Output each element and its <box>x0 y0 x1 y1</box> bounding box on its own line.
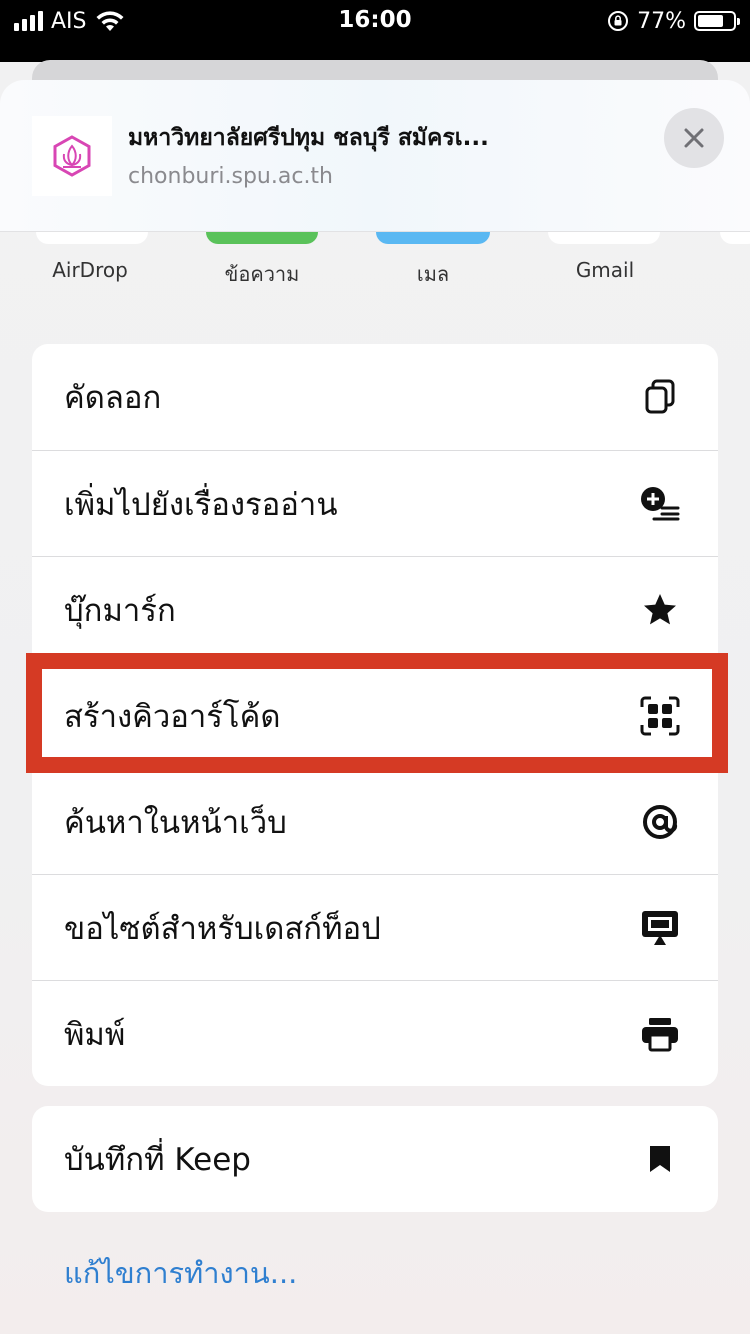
mail-app-icon[interactable] <box>376 232 490 244</box>
qr-code-icon <box>640 696 680 736</box>
action-label: บุ๊กมาร์ก <box>64 592 176 629</box>
star-icon <box>640 590 680 630</box>
gmail-app-icon[interactable] <box>548 232 660 244</box>
action-bookmark[interactable]: บุ๊กมาร์ก <box>32 556 718 662</box>
printer-icon <box>640 1014 680 1054</box>
action-print[interactable]: พิมพ์ <box>32 980 718 1086</box>
share-app-label[interactable]: Gmail <box>535 258 675 282</box>
copy-icon <box>640 377 680 417</box>
add-reading-list-icon <box>640 484 680 524</box>
desktop-icon <box>640 908 680 948</box>
bookmark-icon <box>640 1139 680 1179</box>
page-title: มหาวิทยาลัยศรีปทุม ชลบุรี สมัครเ... <box>128 125 489 151</box>
more-app-icon[interactable] <box>720 232 750 244</box>
close-icon <box>684 128 704 148</box>
airdrop-app-icon[interactable] <box>36 232 148 244</box>
close-button[interactable] <box>664 108 724 168</box>
secondary-actions-list: บันทึกที่ Keep <box>32 1106 718 1212</box>
messages-app-icon[interactable] <box>206 232 318 244</box>
share-app-row: AirDrop ข้อความ เมล Gmail <box>0 232 750 302</box>
at-sign-icon <box>640 802 680 842</box>
action-create-qr-code[interactable]: สร้างคิวอาร์โค้ด <box>32 662 718 768</box>
action-label: พิมพ์ <box>64 1016 126 1053</box>
share-app-label[interactable]: ข้อความ <box>192 258 332 290</box>
share-header: มหาวิทยาลัยศรีปทุม ชลบุรี สมัครเ... chon… <box>0 80 750 232</box>
action-label: บันทึกที่ Keep <box>64 1142 251 1178</box>
battery-percent: 77% <box>637 8 686 34</box>
action-copy[interactable]: คัดลอก <box>32 344 718 450</box>
share-app-label[interactable]: AirDrop <box>20 258 160 282</box>
action-label: ค้นหาในหน้าเว็บ <box>64 804 287 841</box>
action-add-to-reading-list[interactable]: เพิ่มไปยังเรื่องรออ่าน <box>32 450 718 556</box>
share-app-label[interactable]: เมล <box>363 258 503 290</box>
action-label: ขอไซต์สำหรับเดสก์ท็อป <box>64 910 381 947</box>
action-find-on-page[interactable]: ค้นหาในหน้าเว็บ <box>32 768 718 874</box>
status-right: 77% <box>607 8 740 34</box>
action-save-to-keep[interactable]: บันทึกที่ Keep <box>32 1106 718 1212</box>
action-label: คัดลอก <box>64 380 162 416</box>
edit-actions-link[interactable]: แก้ไขการทำงาน... <box>64 1250 297 1296</box>
battery-icon <box>694 11 740 31</box>
page-url: chonburi.spu.ac.th <box>128 164 334 189</box>
rotation-lock-icon <box>608 11 629 31</box>
actions-list: คัดลอก เพิ่มไปยังเรื่องรออ่าน บุ๊กมาร์ก … <box>32 344 718 1086</box>
action-label: เพิ่มไปยังเรื่องรออ่าน <box>64 486 338 523</box>
status-bar: AIS 16:00 77% <box>0 0 750 62</box>
site-logo <box>32 116 112 196</box>
action-label: สร้างคิวอาร์โค้ด <box>64 698 281 735</box>
university-logo-icon <box>53 135 91 177</box>
action-request-desktop-site[interactable]: ขอไซต์สำหรับเดสก์ท็อป <box>32 874 718 980</box>
